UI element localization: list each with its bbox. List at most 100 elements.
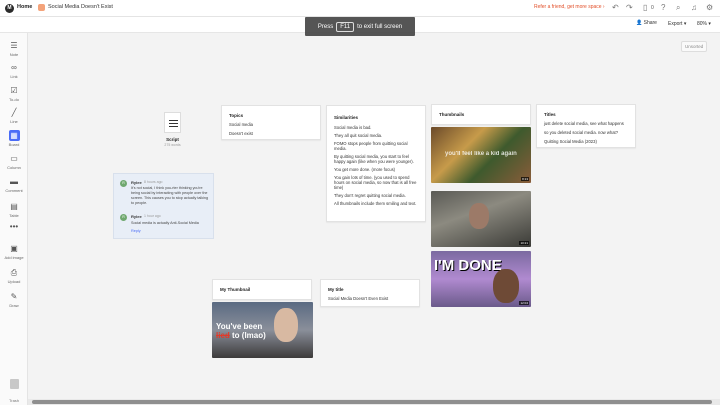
trash-button[interactable]: Trash bbox=[7, 379, 21, 405]
comment-thread[interactable]: R Rylee 8 hours ago It's not social, I t… bbox=[113, 173, 214, 239]
similarities-list: Social media is bad. They all quit socia… bbox=[334, 125, 420, 206]
tool-label: Upload bbox=[7, 279, 21, 284]
list-item: FOMO stops people from quitting social m… bbox=[334, 141, 408, 151]
script-document-icon[interactable] bbox=[164, 112, 181, 133]
card-title: My title bbox=[328, 287, 344, 292]
tool-line[interactable]: ╱ Line bbox=[0, 107, 28, 124]
thumbnail-image[interactable]: 10:21 bbox=[431, 191, 531, 247]
trash-label: Trash bbox=[8, 398, 20, 403]
gear-icon[interactable]: ⚙ bbox=[706, 3, 713, 13]
list-item: Quitting Social Media (2023) bbox=[544, 139, 597, 144]
device-icon[interactable]: ▯ bbox=[643, 3, 647, 13]
tool-label: Note bbox=[9, 52, 19, 57]
unsorted-button[interactable]: Unsorted bbox=[681, 41, 708, 52]
note-icon: ☰ bbox=[10, 41, 18, 50]
zoom-button[interactable]: 80% ▾ bbox=[697, 21, 711, 27]
share-label: Share bbox=[643, 20, 657, 26]
topics-card[interactable]: Topics Social media Doesn't exist bbox=[221, 105, 321, 140]
tool-link[interactable]: ∞ Link bbox=[0, 62, 28, 79]
person-figure bbox=[469, 203, 489, 229]
bell-icon[interactable]: ♫ bbox=[691, 3, 697, 13]
my-thumbnail-image[interactable]: You've been lied to (lmao) bbox=[212, 302, 313, 358]
tool-more[interactable]: ••• bbox=[0, 221, 28, 232]
tool-upload[interactable]: ⎙ Upload bbox=[0, 267, 28, 284]
avatar: R bbox=[120, 180, 127, 187]
comment-author: Rylee bbox=[131, 214, 142, 219]
reply-link[interactable]: Reply bbox=[131, 229, 141, 233]
tool-label: Table bbox=[9, 213, 19, 218]
video-duration: 12:04 bbox=[519, 301, 529, 305]
thumbnail-image[interactable]: you'll feel like a kid again 8:13 bbox=[431, 127, 531, 183]
comment-icon: ▬ bbox=[10, 177, 18, 186]
tool-todo[interactable]: ☑ To-do bbox=[0, 85, 28, 102]
export-button[interactable]: Export ▾ bbox=[668, 21, 686, 27]
tool-table[interactable]: ▤ Table bbox=[0, 201, 28, 218]
tool-label: Draw bbox=[9, 303, 19, 308]
thumbnails-header[interactable]: Thumbnails bbox=[431, 104, 531, 125]
link-icon: ∞ bbox=[11, 63, 17, 72]
my-title-card[interactable]: My title Social Media Doesn't Even Exist bbox=[320, 279, 420, 307]
board-icon: ▦ bbox=[8, 130, 20, 141]
list-item: They don't regret quitting social media. bbox=[334, 193, 406, 198]
thumbnail-caption: I'M DONE bbox=[434, 257, 502, 274]
card-title: Titles bbox=[544, 112, 556, 117]
caption-line: You've been bbox=[216, 322, 263, 331]
card-title: My Thumbnail bbox=[220, 287, 251, 292]
notification-count: 0 bbox=[651, 5, 654, 11]
refer-friend-link[interactable]: Refer a friend, get more space › bbox=[534, 4, 605, 10]
video-duration: 10:21 bbox=[519, 241, 529, 245]
document-title[interactable]: Social Media Doesn't Exist bbox=[48, 4, 113, 10]
home-link[interactable]: Home bbox=[17, 4, 32, 10]
thumbnail-caption: you'll feel like a kid again bbox=[445, 151, 517, 157]
user-icon: 👤 bbox=[636, 20, 643, 26]
script-name[interactable]: Script bbox=[158, 137, 187, 142]
comment-time: 1 hour ago bbox=[144, 214, 161, 218]
table-icon: ▤ bbox=[10, 202, 18, 211]
tool-label: Line bbox=[10, 119, 18, 124]
card-title: Topics bbox=[229, 113, 244, 118]
document-icon bbox=[38, 4, 45, 11]
home-logo-icon[interactable]: M bbox=[5, 4, 14, 13]
tool-draw[interactable]: ✎ Draw bbox=[0, 291, 28, 308]
script-word-count: 275 words bbox=[164, 143, 181, 147]
similarities-card[interactable]: Similarities Social media is bad. They a… bbox=[326, 105, 426, 222]
tool-label: Board bbox=[8, 142, 20, 147]
tool-sidebar: ☰ Note ∞ Link ☑ To-do ╱ Line ▦ Board ▭ Column … bbox=[0, 33, 28, 405]
comment-author: Rylee bbox=[131, 180, 142, 185]
horizontal-scrollbar[interactable] bbox=[28, 399, 720, 405]
tool-note[interactable]: ☰ Note bbox=[0, 40, 28, 57]
undo-icon[interactable]: ↶ bbox=[612, 3, 619, 13]
trash-icon bbox=[9, 379, 19, 389]
list-item: Social media bbox=[229, 122, 253, 127]
tool-comment[interactable]: ▬ Comment bbox=[0, 176, 28, 193]
my-title-text: Social Media Doesn't Even Exist bbox=[328, 296, 389, 301]
line-icon: ╱ bbox=[11, 108, 17, 117]
my-thumbnail-caption: You've been lied to (lmao) bbox=[216, 322, 266, 340]
draw-icon: ✎ bbox=[10, 292, 18, 301]
list-item: All thumbnails include them smiling and … bbox=[334, 201, 417, 206]
my-thumbnail-card[interactable]: My Thumbnail bbox=[212, 279, 312, 300]
help-icon[interactable]: ? bbox=[661, 3, 665, 13]
more-icon: ••• bbox=[9, 222, 19, 231]
tool-column[interactable]: ▭ Column bbox=[0, 153, 28, 170]
tool-label: Link bbox=[10, 74, 18, 79]
scrollbar-thumb[interactable] bbox=[32, 400, 712, 404]
list-item: You get more done. (more focus) bbox=[334, 167, 396, 172]
top-bar: M Home Social Media Doesn't Exist Refer … bbox=[0, 0, 720, 17]
avatar: R bbox=[120, 214, 127, 221]
share-button[interactable]: 👤 Share bbox=[636, 20, 657, 26]
search-icon[interactable]: ⌕ bbox=[676, 3, 680, 13]
redo-icon[interactable]: ↷ bbox=[626, 3, 633, 13]
tool-board[interactable]: ▦ Board bbox=[0, 130, 28, 147]
list-item: You gain lots of time. (you used to spen… bbox=[334, 175, 417, 190]
comment-text: Social media is actually Anti-Social Med… bbox=[131, 221, 199, 225]
todo-icon: ☑ bbox=[10, 86, 18, 95]
tool-add-image[interactable]: ▣ Add image bbox=[0, 243, 28, 260]
toast-prefix: Press bbox=[317, 23, 334, 30]
tool-label: Add image bbox=[4, 255, 24, 260]
thumbnail-image[interactable]: I'M DONE 12:04 bbox=[431, 251, 531, 307]
titles-card[interactable]: Titles just delete social media, see wha… bbox=[536, 104, 636, 148]
list-item: By quitting social media, you start to f… bbox=[334, 154, 414, 164]
person-figure bbox=[274, 308, 298, 342]
list-item: They all quit social media. bbox=[334, 133, 383, 138]
